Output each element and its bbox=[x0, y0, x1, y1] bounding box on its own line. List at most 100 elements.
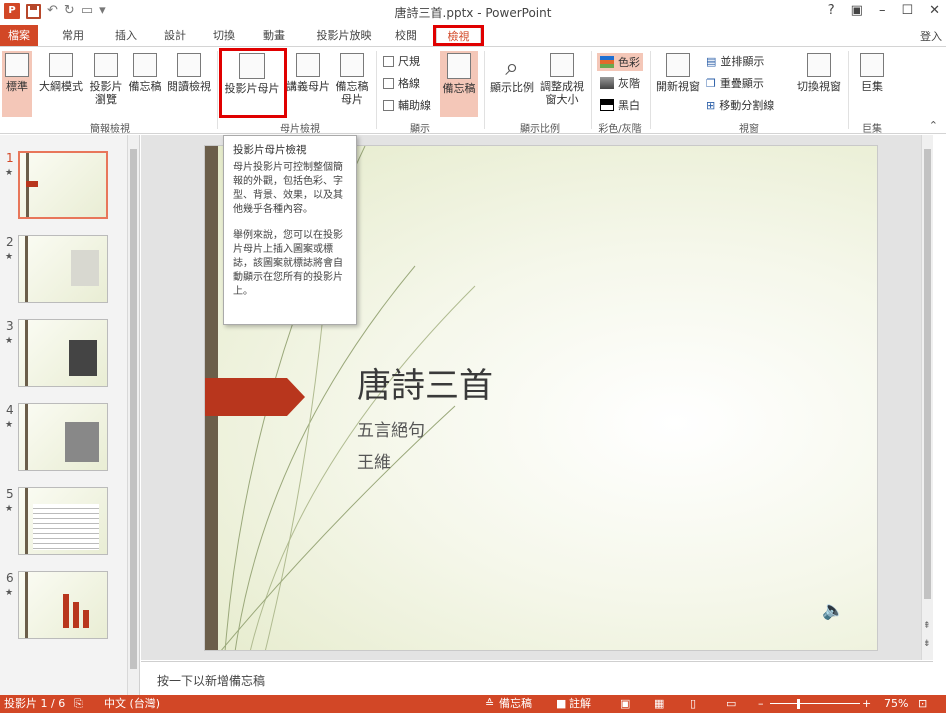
new-window-icon bbox=[666, 53, 690, 77]
tab-review[interactable]: 校閱 bbox=[386, 25, 426, 46]
animation-star-icon: ★ bbox=[5, 504, 14, 514]
outline-view-icon bbox=[49, 53, 73, 77]
slide-master-tooltip: 投影片母片檢視 母片投影片可控制整個簡報的外觀，包括色彩、字型、背景、效果，以及… bbox=[223, 135, 357, 325]
zoom-level[interactable]: 75% bbox=[884, 695, 908, 713]
spellcheck-icon[interactable]: ⎘ bbox=[74, 695, 83, 713]
scrollbar-thumb[interactable] bbox=[130, 149, 137, 669]
slide-thumbnail-4[interactable] bbox=[18, 403, 108, 471]
switch-windows-button[interactable]: 切換視窗 bbox=[794, 53, 844, 93]
slide-title[interactable]: 唐詩三首 bbox=[357, 358, 493, 407]
tab-slideshow[interactable]: 投影片放映 bbox=[305, 25, 383, 46]
normal-view-status-icon[interactable]: ▣ bbox=[620, 695, 630, 713]
close-icon[interactable]: ✕ bbox=[929, 3, 940, 18]
slide-number: 2 bbox=[6, 235, 14, 249]
slide-master-icon bbox=[239, 53, 265, 79]
new-window-button[interactable]: 開新視窗 bbox=[654, 53, 702, 93]
slide-thumbnail-2[interactable] bbox=[18, 235, 108, 303]
notes-toggle-icon[interactable]: ≙ bbox=[485, 695, 494, 713]
sign-in-link[interactable]: 登入 bbox=[920, 28, 942, 44]
black-white-button[interactable]: 黑白 bbox=[600, 97, 640, 113]
slide-scrollbar[interactable]: ⇞ ⇟ bbox=[921, 135, 933, 660]
slideshow-status-icon[interactable]: ▭ bbox=[726, 695, 736, 713]
slide-thumbnail-6[interactable] bbox=[18, 571, 108, 639]
macros-button[interactable]: 巨集 bbox=[854, 53, 890, 93]
move-split-button[interactable]: ⊞ 移動分割線 bbox=[706, 97, 774, 113]
slide-thumbnail-5[interactable] bbox=[18, 487, 108, 555]
prev-slide-icon[interactable]: ⇞ bbox=[923, 621, 931, 631]
ribbon-separator bbox=[591, 51, 592, 129]
reading-view-status-icon[interactable]: ▯ bbox=[690, 695, 696, 713]
ribbon-separator bbox=[484, 51, 485, 129]
arrange-all-button[interactable]: ▤ 並排顯示 bbox=[706, 53, 764, 69]
color-swatch-icon bbox=[600, 56, 614, 68]
zoom-in-icon[interactable]: + bbox=[862, 695, 871, 713]
tab-insert[interactable]: 插入 bbox=[106, 25, 146, 46]
language-indicator[interactable]: 中文 (台灣) bbox=[104, 695, 160, 713]
help-icon[interactable]: ? bbox=[828, 3, 835, 18]
macros-icon bbox=[860, 53, 884, 77]
group-label-show: 顯示 bbox=[410, 124, 430, 135]
normal-view-button[interactable]: 標準 bbox=[2, 51, 32, 117]
sorter-view-status-icon[interactable]: ▦ bbox=[654, 695, 664, 713]
slide-thumbnail-3[interactable] bbox=[18, 319, 108, 387]
slide-subtitle[interactable]: 五言絕句 bbox=[357, 416, 425, 441]
notes-master-button[interactable]: 備忘稿母片 bbox=[334, 53, 370, 106]
slide-thumbnail-1[interactable] bbox=[18, 151, 108, 219]
slide-master-button[interactable]: 投影片母片 bbox=[222, 53, 282, 95]
ribbon-tabs: 檔案 常用 插入 設計 切換 動畫 投影片放映 校閱 檢視 登入 bbox=[0, 24, 946, 46]
group-label-macros: 巨集 bbox=[862, 124, 882, 135]
tab-file[interactable]: 檔案 bbox=[0, 25, 38, 46]
notes-button[interactable]: 備忘稿 bbox=[440, 51, 478, 117]
slide-number: 4 bbox=[6, 403, 14, 417]
grayscale-button[interactable]: 灰階 bbox=[600, 75, 640, 91]
next-slide-icon[interactable]: ⇟ bbox=[923, 639, 931, 649]
slide-sorter-icon bbox=[94, 53, 118, 77]
animation-star-icon: ★ bbox=[5, 252, 14, 262]
notes-pane[interactable]: 按一下以新增備忘稿 bbox=[141, 661, 933, 694]
scrollbar-thumb[interactable] bbox=[924, 149, 931, 599]
collapse-ribbon-icon[interactable]: ⌃ bbox=[929, 119, 938, 132]
ribbon-display-icon[interactable]: ▣ bbox=[851, 3, 863, 18]
notes-toggle-button[interactable]: 備忘稿 bbox=[499, 695, 532, 713]
tab-home[interactable]: 常用 bbox=[53, 25, 93, 46]
slide-sorter-button[interactable]: 投影片瀏覽 bbox=[88, 53, 124, 106]
gridlines-checkbox[interactable]: 格線 bbox=[383, 75, 420, 91]
tab-design[interactable]: 設計 bbox=[155, 25, 195, 46]
comments-icon[interactable]: ■ bbox=[556, 695, 566, 713]
thumbnails-scrollbar[interactable] bbox=[127, 135, 139, 695]
tab-transitions[interactable]: 切換 bbox=[204, 25, 244, 46]
outline-view-button[interactable]: 大綱模式 bbox=[36, 53, 86, 93]
tab-animations[interactable]: 動畫 bbox=[254, 25, 294, 46]
guides-checkbox[interactable]: 輔助線 bbox=[383, 97, 431, 113]
zoom-out-icon[interactable]: – bbox=[758, 695, 764, 713]
ruler-checkbox[interactable]: 尺規 bbox=[383, 53, 420, 69]
handout-master-button[interactable]: 講義母片 bbox=[286, 53, 330, 93]
title-arrow-shape bbox=[205, 378, 305, 416]
zoom-slider[interactable] bbox=[770, 703, 860, 704]
reading-view-button[interactable]: 閱讀檢視 bbox=[165, 53, 213, 93]
slide-subtitle-author[interactable]: 王維 bbox=[357, 448, 391, 473]
tab-view[interactable]: 檢視 bbox=[436, 25, 481, 46]
ribbon-separator bbox=[217, 51, 218, 129]
ribbon-separator bbox=[848, 51, 849, 129]
group-label-master-views: 母片檢視 bbox=[280, 124, 320, 135]
slide-number: 3 bbox=[6, 319, 14, 333]
slide-number: 1 bbox=[6, 151, 14, 165]
color-button[interactable]: 色彩 bbox=[597, 53, 643, 71]
comments-button[interactable]: 註解 bbox=[569, 695, 591, 713]
fit-slide-icon[interactable]: ⊡ bbox=[918, 695, 927, 713]
zoom-button[interactable]: ⌕ 顯示比例 bbox=[488, 53, 536, 94]
animation-star-icon: ★ bbox=[5, 336, 14, 346]
notes-placeholder: 按一下以新增備忘稿 bbox=[157, 674, 266, 688]
maximize-icon[interactable]: ☐ bbox=[901, 3, 913, 18]
handout-master-icon bbox=[296, 53, 320, 77]
cascade-button[interactable]: ❐ 重疊顯示 bbox=[706, 75, 764, 91]
minimize-icon[interactable]: – bbox=[879, 3, 886, 18]
normal-view-icon bbox=[5, 53, 29, 77]
magnifier-icon: ⌕ bbox=[505, 53, 519, 81]
zoom-slider-thumb[interactable] bbox=[797, 699, 800, 709]
speaker-icon[interactable]: 🔈 bbox=[822, 600, 844, 621]
status-bar: 投影片 1 / 6 ⎘ 中文 (台灣) ≙ 備忘稿 ■ 註解 ▣ ▦ ▯ ▭ –… bbox=[0, 695, 946, 713]
notes-page-button[interactable]: 備忘稿 bbox=[127, 53, 163, 93]
fit-to-window-button[interactable]: 調整成視窗大小 bbox=[538, 53, 586, 106]
